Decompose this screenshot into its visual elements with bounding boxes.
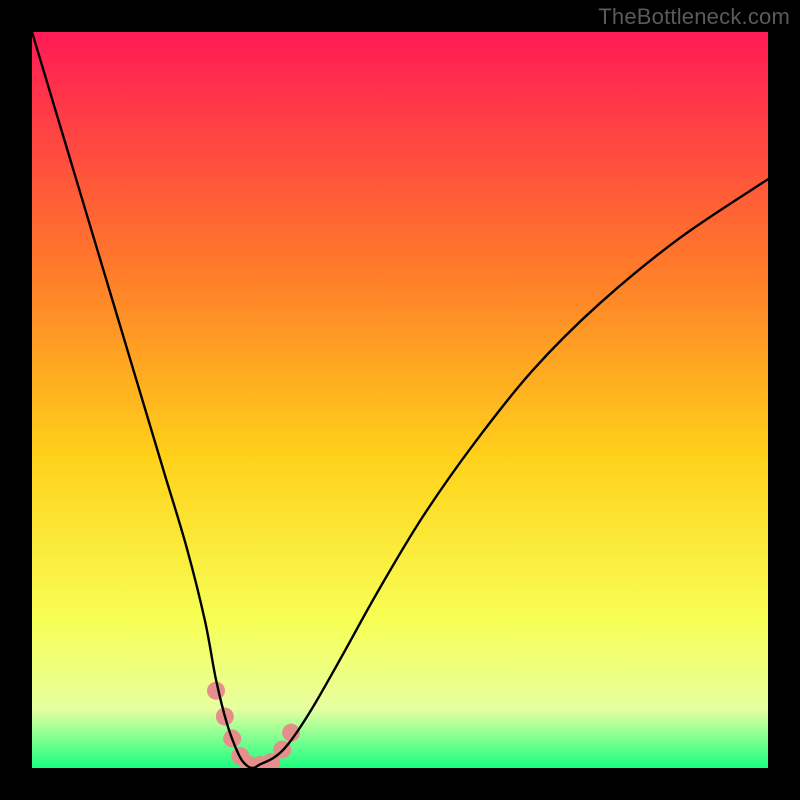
chart-svg: [32, 32, 768, 768]
chart-container: TheBottleneck.com: [0, 0, 800, 800]
plot-area: [32, 32, 768, 768]
watermark-text: TheBottleneck.com: [598, 4, 790, 30]
